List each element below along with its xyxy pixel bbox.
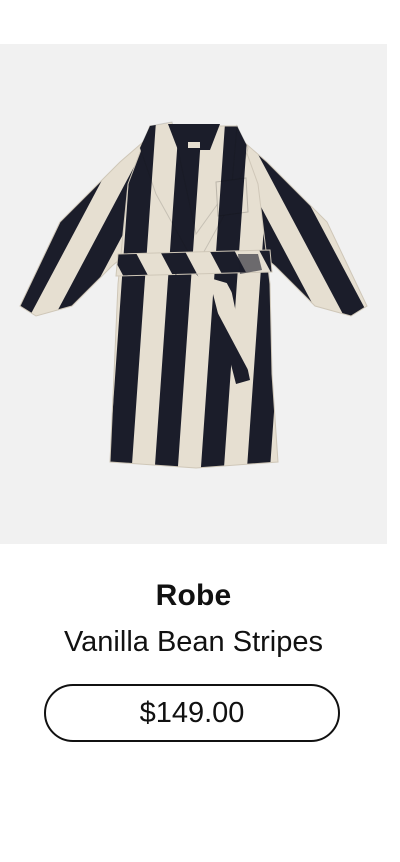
- product-card[interactable]: Robe Vanilla Bean Stripes $149.00: [0, 0, 400, 862]
- product-image[interactable]: [0, 44, 387, 544]
- chest-pocket: [215, 177, 249, 217]
- robe-illustration: [19, 121, 368, 469]
- product-variant: Vanilla Bean Stripes: [63, 626, 323, 658]
- label-tag: [188, 142, 200, 148]
- robe-body: [109, 125, 279, 469]
- product-title[interactable]: Robe: [0, 578, 387, 614]
- price-button[interactable]: $149.00: [44, 684, 340, 742]
